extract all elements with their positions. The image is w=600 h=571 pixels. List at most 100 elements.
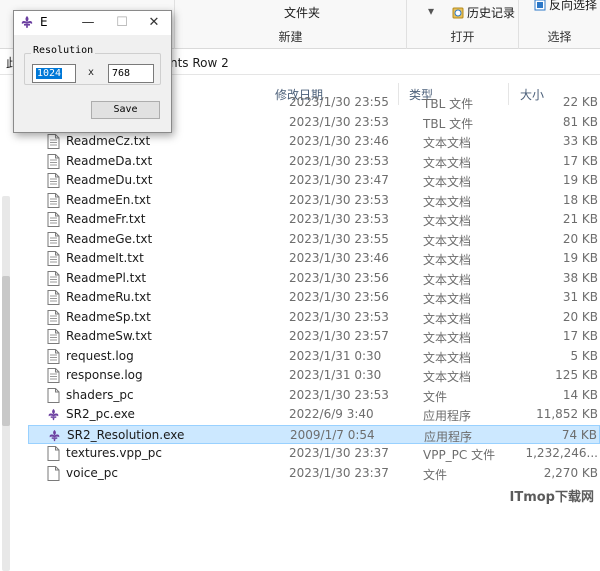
text-file-icon <box>47 251 60 266</box>
file-date: 2023/1/30 23:53 <box>289 387 389 402</box>
file-type: 文本文档 <box>423 350 472 365</box>
file-name: ReadmeRu.txt <box>66 290 151 304</box>
file-date: 2023/1/30 23:53 <box>289 192 389 207</box>
file-row[interactable]: ReadmePl.txt 2023/1/30 23:56 文本文档 38 KB <box>28 269 600 289</box>
navigation-pane <box>0 76 14 571</box>
file-row[interactable]: ReadmeDa.txt 2023/1/30 23:53 文本文档 17 KB <box>28 152 600 172</box>
file-date: 2023/1/30 23:57 <box>289 329 389 343</box>
file-row[interactable]: ReadmeSp.txt 2023/1/30 23:53 文本文档 20 KB <box>28 308 600 328</box>
file-size: 20 KB <box>562 309 598 324</box>
file-name: voice_pc <box>66 465 118 480</box>
maximize-button[interactable]: ☐ <box>105 11 139 35</box>
file-date: 2023/1/30 23:55 <box>289 231 389 246</box>
file-date: 2023/1/30 23:53 <box>289 309 389 324</box>
file-date: 2023/1/30 23:37 <box>289 465 389 480</box>
file-size: 38 KB <box>562 270 598 285</box>
file-type: 文本文档 <box>423 214 472 228</box>
history-icon <box>452 7 464 19</box>
file-name: ReadmeSp.txt <box>66 309 151 324</box>
file-size: 19 KB <box>562 173 598 187</box>
new-folder-button[interactable]: 文件夹 <box>284 4 320 21</box>
breadcrumb[interactable]: nts Row 2 <box>163 51 229 75</box>
file-name: ReadmeCz.txt <box>66 134 151 148</box>
file-size: 2,270 KB <box>543 465 598 480</box>
file-type: 文本文档 <box>423 155 472 170</box>
file-name: ReadmeFr.txt <box>66 212 146 226</box>
file-date: 2023/1/30 23:56 <box>289 290 389 304</box>
file-date: 2023/1/30 23:47 <box>289 173 389 187</box>
close-button[interactable]: ✕ <box>137 11 171 35</box>
history-button[interactable]: 历史记录 <box>452 4 515 21</box>
file-name: ReadmeSw.txt <box>66 329 152 343</box>
file-type: 文本文档 <box>423 175 472 189</box>
width-value: 1024 <box>36 68 63 79</box>
fleur-de-lis-icon <box>48 428 61 443</box>
file-date: 2023/1/30 23:46 <box>289 134 389 148</box>
file-row[interactable]: ReadmeSw.txt 2023/1/30 23:57 文本文档 17 KB <box>28 327 600 347</box>
dialog-title-bar[interactable]: E — ☐ ✕ <box>14 11 171 35</box>
file-size: 81 KB <box>562 114 598 129</box>
file-row[interactable]: textures.vpp_pc 2023/1/30 23:37 VPP_PC 文件 1… <box>28 444 600 464</box>
file-row[interactable]: voice_pc 2023/1/30 23:37 文件 2,270 KB <box>28 464 600 484</box>
file-type: 文件 <box>423 467 448 482</box>
ribbon-group-label-open: 打开 <box>450 30 475 44</box>
minimize-button[interactable]: — <box>71 11 105 35</box>
file-date: 2023/1/30 23:53 <box>289 153 389 168</box>
file-size: 22 KB <box>562 95 598 109</box>
file-size: 17 KB <box>562 153 598 168</box>
file-row[interactable]: response.log 2023/1/31 0:30 文本文档 125 KB <box>28 366 600 386</box>
properties-dropdown-icon[interactable]: ▾ <box>428 4 434 18</box>
file-size: 1,232,246... <box>525 446 598 460</box>
file-size: 31 KB <box>562 290 598 304</box>
file-type: 文本文档 <box>423 194 472 209</box>
ribbon-group-label-new: 新建 <box>278 30 303 44</box>
save-button[interactable]: Save <box>91 101 160 119</box>
invert-selection-icon <box>534 0 546 11</box>
text-file-icon <box>47 309 60 325</box>
file-name: ReadmeEn.txt <box>66 192 151 207</box>
file-type: 文本文档 <box>423 311 472 326</box>
text-file-icon <box>47 368 60 383</box>
file-row[interactable]: ReadmeEn.txt 2023/1/30 23:53 文本文档 18 KB <box>28 191 600 211</box>
invert-selection-button[interactable]: 反向选择 <box>534 0 597 13</box>
file-size: 21 KB <box>562 212 598 226</box>
file-row[interactable]: request.log 2023/1/31 0:30 文本文档 5 KB <box>28 347 600 367</box>
file-date: 2023/1/30 23:56 <box>289 270 389 285</box>
file-type: TBL 文件 <box>423 116 474 131</box>
nav-scrollbar-thumb[interactable] <box>2 276 10 426</box>
resolution-dialog: E — ☐ ✕ Resolution 1024 x 768 Save <box>13 10 172 133</box>
file-date: 2023/1/30 23:53 <box>289 114 389 129</box>
file-size: 19 KB <box>562 251 598 265</box>
file-date: 2023/1/30 23:46 <box>289 251 389 265</box>
file-row[interactable]: ReadmeIt.txt 2023/1/30 23:46 文本文档 19 KB <box>28 249 600 269</box>
file-date: 2023/1/30 23:53 <box>289 212 389 226</box>
file-type: TBL 文件 <box>423 97 474 111</box>
dimension-separator: x <box>88 67 95 78</box>
file-row[interactable]: ReadmeCz.txt 2023/1/30 23:46 文本文档 33 KB <box>28 132 600 152</box>
text-file-icon <box>47 134 60 149</box>
file-row[interactable]: SR2_pc.exe 2022/6/9 3:40 应用程序 11,852 KB <box>28 405 600 425</box>
file-row[interactable]: ReadmeRu.txt 2023/1/30 23:56 文本文档 31 KB <box>28 288 600 308</box>
file-row[interactable]: shaders_pc 2023/1/30 23:53 文件 14 KB <box>28 386 600 406</box>
file-size: 20 KB <box>562 231 598 246</box>
height-input[interactable]: 768 <box>108 64 154 83</box>
file-row[interactable]: SR2_Resolution.exe 2009/1/7 0:54 应用程序 74 KB <box>28 424 600 444</box>
text-file-icon <box>47 212 60 227</box>
file-type: 应用程序 <box>423 409 472 423</box>
fleur-de-lis-icon <box>20 15 34 29</box>
file-icon <box>47 465 60 481</box>
file-icon <box>47 446 60 461</box>
file-row[interactable]: ReadmeFr.txt 2023/1/30 23:53 文本文档 21 KB <box>28 210 600 230</box>
file-row[interactable]: ReadmeDu.txt 2023/1/30 23:47 文本文档 19 KB <box>28 171 600 191</box>
ribbon-group-label-select: 选择 <box>547 30 572 44</box>
file-size: 74 KB <box>561 427 597 442</box>
width-input[interactable]: 1024 <box>32 64 76 83</box>
watermark: ITmop下载网 <box>509 490 595 505</box>
file-date: 2023/1/31 0:30 <box>289 348 382 363</box>
history-label: 历史记录 <box>467 6 516 20</box>
file-name: textures.vpp_pc <box>66 446 162 460</box>
file-row[interactable]: ReadmeGe.txt 2023/1/30 23:55 文本文档 20 KB <box>28 230 600 250</box>
file-date: 2009/1/7 0:54 <box>290 427 375 442</box>
file-type: 文本文档 <box>423 292 472 306</box>
file-size: 11,852 KB <box>536 407 598 421</box>
